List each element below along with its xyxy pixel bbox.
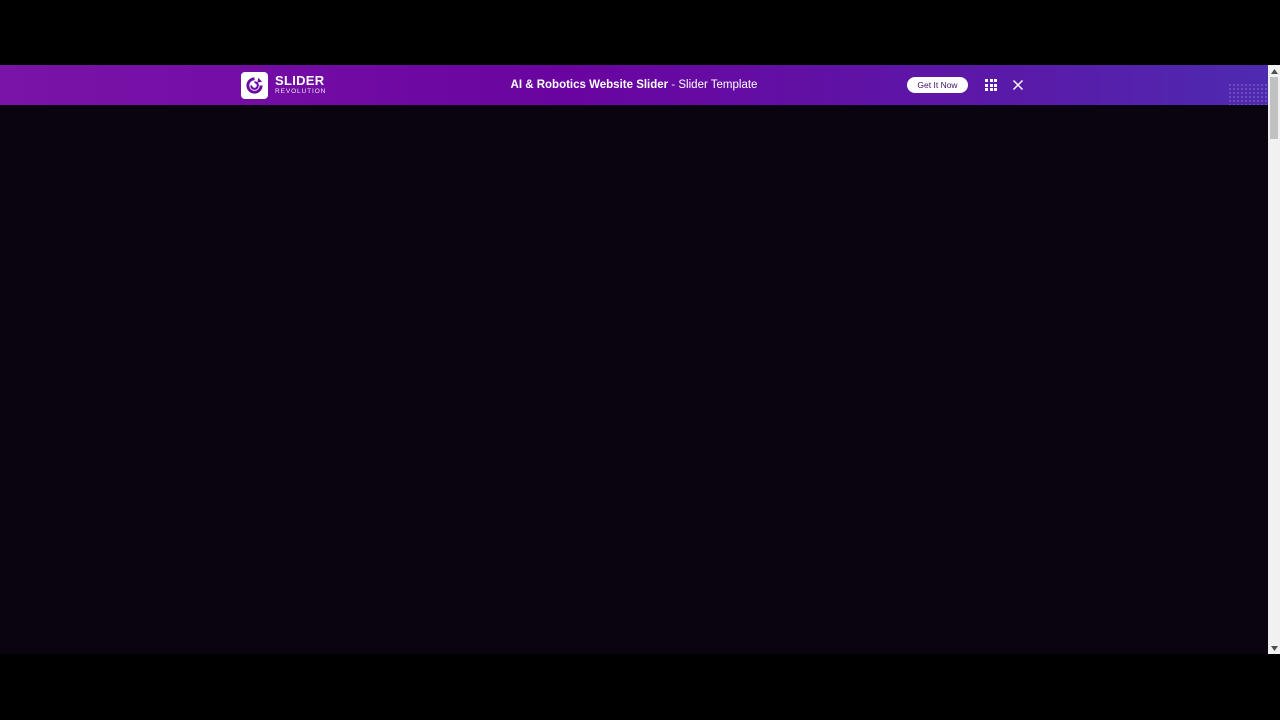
template-name: AI & Robotics Website Slider	[510, 79, 669, 91]
vertical-scrollbar[interactable]	[1268, 65, 1280, 654]
browser-viewport: SLIDER REVOLUTION AI & Robotics Website …	[0, 65, 1280, 654]
scroll-up-arrow-icon[interactable]	[1268, 65, 1280, 77]
get-it-now-button[interactable]: Get It Now	[907, 77, 968, 93]
letterbox-top	[0, 0, 1280, 65]
close-icon[interactable]	[1012, 78, 1024, 91]
scroll-down-arrow-icon[interactable]	[1268, 642, 1280, 654]
title-separator: -	[668, 79, 679, 91]
template-title: AI & Robotics Website Slider - Slider Te…	[0, 77, 1268, 93]
letterbox-bottom	[0, 654, 1280, 720]
template-preview-topbar: SLIDER REVOLUTION AI & Robotics Website …	[0, 65, 1268, 105]
template-type: Slider Template	[678, 79, 758, 91]
scrollbar-thumb[interactable]	[1270, 77, 1278, 139]
grid-icon[interactable]	[985, 79, 997, 91]
